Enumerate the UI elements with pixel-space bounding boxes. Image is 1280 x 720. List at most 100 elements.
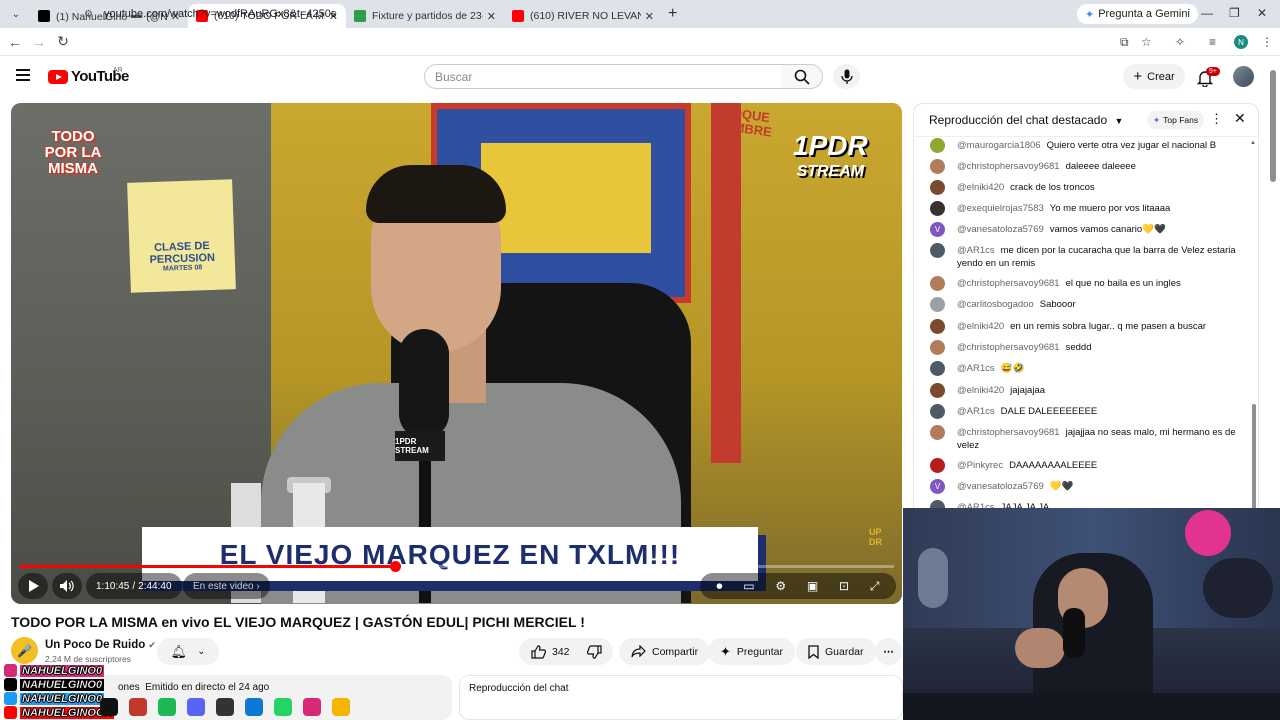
webcam-desk bbox=[903, 693, 1280, 720]
channel-name-link[interactable]: Un Poco De Ruido ✔ bbox=[45, 639, 156, 651]
extensions-icon[interactable]: ✧ bbox=[1175, 35, 1185, 49]
ladybug-icon[interactable] bbox=[129, 698, 147, 716]
poster-text: CLASE DE PERCUSION bbox=[149, 240, 216, 267]
chat-author-avatar[interactable] bbox=[930, 425, 945, 440]
thumbs-down-icon bbox=[587, 644, 602, 659]
autoplay-toggle-icon[interactable]: ⏺ bbox=[716, 579, 722, 594]
page-scrollbar[interactable] bbox=[1270, 70, 1276, 182]
cast-icon[interactable]: ⧉ bbox=[1120, 35, 1129, 50]
bookmark-star-icon[interactable]: ☆ bbox=[1141, 35, 1152, 49]
chat-author-name[interactable]: @exequielrojas7583 bbox=[957, 203, 1044, 214]
site-info-icon[interactable]: ⚙ bbox=[84, 9, 98, 20]
chat-author-avatar[interactable] bbox=[930, 319, 945, 334]
url-bar[interactable]: ⚙ youtube.com/watch?v=wodfRAuRGx8&t=4250… bbox=[84, 4, 1270, 24]
forward-icon[interactable]: → bbox=[27, 34, 51, 50]
chat-author-avatar[interactable] bbox=[930, 138, 945, 153]
chat-mode-dropdown[interactable]: Reproducción del chat destacado ▼ bbox=[929, 113, 1123, 127]
chat-author-avatar[interactable] bbox=[930, 361, 945, 376]
chat-author-avatar[interactable] bbox=[930, 201, 945, 216]
chat-author-name[interactable]: @elniki420 bbox=[957, 182, 1004, 193]
chat-message: @AR1cs JAJA JA JA bbox=[930, 500, 1242, 508]
chat-replay-panel-header[interactable]: Reproducción del chat bbox=[459, 675, 903, 720]
create-label: Crear bbox=[1147, 70, 1175, 83]
video-player[interactable]: CLASE DE PERCUSION MARTES 08 TOQUE TIMBR… bbox=[11, 103, 902, 604]
search-button[interactable] bbox=[781, 64, 823, 89]
chat-author-avatar[interactable] bbox=[930, 340, 945, 355]
chat-author-name[interactable]: @christophersavoy9681 bbox=[957, 278, 1060, 289]
browser-profile-avatar[interactable]: N bbox=[1234, 35, 1248, 49]
chat-author-name[interactable]: @vanesatoloza5769 bbox=[957, 224, 1044, 235]
create-button[interactable]: + Crear bbox=[1123, 64, 1185, 89]
edge-icon[interactable] bbox=[245, 698, 263, 716]
live-chat-panel: Reproducción del chat destacado ▼ ✦ Top … bbox=[913, 103, 1259, 508]
dislike-button[interactable] bbox=[577, 638, 613, 665]
social-handle-row: NAHUELGINOOK bbox=[4, 706, 115, 719]
chat-more-icon[interactable]: ⋮ bbox=[1210, 111, 1223, 127]
share-button[interactable]: Compartir bbox=[619, 638, 711, 665]
video-scene-panel bbox=[481, 143, 651, 253]
whatsapp-icon[interactable] bbox=[274, 698, 292, 716]
chat-author-name[interactable]: @AR1cs bbox=[957, 406, 995, 417]
chat-author-avatar[interactable] bbox=[930, 458, 945, 473]
chat-author-avatar[interactable]: V bbox=[930, 222, 945, 237]
chat-message: @christophersavoy9681 jajajjaa no seas ma… bbox=[930, 425, 1242, 452]
spotify-icon[interactable] bbox=[158, 698, 176, 716]
chat-author-name[interactable]: @vanesatoloza5769 bbox=[957, 481, 1044, 492]
chat-author-avatar[interactable] bbox=[930, 180, 945, 195]
chat-author-name[interactable]: @elniki420 bbox=[957, 385, 1004, 396]
reload-icon[interactable]: ↻ bbox=[51, 33, 75, 50]
back-icon[interactable]: ← bbox=[3, 34, 27, 50]
chat-author-name[interactable]: @carlitosbogadoo bbox=[957, 299, 1034, 310]
browser-menu-icon[interactable]: ⋮ bbox=[1261, 35, 1273, 49]
cast-to-tv-icon[interactable]: ⊡ bbox=[839, 579, 849, 593]
chat-author-name[interactable]: @christophersavoy9681 bbox=[957, 427, 1060, 438]
ask-button[interactable]: ✦ Preguntar bbox=[708, 638, 796, 665]
miniplayer-icon[interactable]: ▣ bbox=[807, 579, 818, 593]
instagram-icon[interactable] bbox=[303, 698, 321, 716]
tiktok-icon[interactable] bbox=[100, 698, 118, 716]
subtitles-icon[interactable]: ▭ bbox=[743, 579, 754, 593]
reading-list-icon[interactable]: ≡ bbox=[1209, 35, 1216, 49]
chapters-button[interactable]: En este video › bbox=[183, 573, 270, 599]
more-actions-button[interactable]: ⋯ bbox=[875, 638, 902, 665]
chat-author-avatar[interactable] bbox=[930, 383, 945, 398]
app-icon[interactable] bbox=[216, 698, 234, 716]
chat-author-avatar[interactable] bbox=[930, 276, 945, 291]
chat-author-avatar[interactable] bbox=[930, 159, 945, 174]
chat-scroll-up-icon[interactable]: ▲ bbox=[1250, 140, 1256, 146]
chat-author-avatar[interactable] bbox=[930, 500, 945, 508]
play-button[interactable] bbox=[18, 573, 48, 599]
chat-author-avatar[interactable] bbox=[930, 297, 945, 312]
search-input[interactable]: Buscar bbox=[424, 64, 782, 89]
chat-author-name[interactable]: @maurogarcia1806 bbox=[957, 140, 1041, 151]
chat-message: @Pinkyrec DAAAAAAAALEEEE bbox=[930, 458, 1242, 473]
tab-search-button[interactable]: ⌄ bbox=[4, 4, 28, 24]
poster-subtext: MARTES 08 bbox=[162, 264, 203, 273]
mic-flag-logo: 1PDR STREAM bbox=[395, 431, 445, 461]
save-button[interactable]: Guardar bbox=[796, 638, 876, 665]
mute-button[interactable] bbox=[52, 573, 82, 599]
chat-author-name[interactable]: @christophersavoy9681 bbox=[957, 161, 1060, 172]
chat-author-avatar[interactable]: V bbox=[930, 479, 945, 494]
chat-author-name[interactable]: @christophersavoy9681 bbox=[957, 342, 1060, 353]
fullscreen-icon[interactable]: ⤢ bbox=[870, 579, 880, 594]
close-chat-icon[interactable]: ✕ bbox=[1234, 110, 1246, 127]
video-progress-bar[interactable] bbox=[19, 561, 894, 572]
chat-author-avatar[interactable] bbox=[930, 243, 945, 258]
channel-avatar[interactable]: 🎤 bbox=[11, 637, 38, 664]
discord-icon[interactable] bbox=[187, 698, 205, 716]
top-fans-button[interactable]: ✦ Top Fans bbox=[1147, 111, 1205, 129]
chat-scrollbar[interactable] bbox=[1252, 404, 1256, 508]
chat-author-name[interactable]: @Pinkyrec bbox=[957, 460, 1003, 471]
account-avatar[interactable] bbox=[1233, 66, 1254, 87]
chat-author-name[interactable]: @AR1cs bbox=[957, 363, 995, 374]
search-icon bbox=[794, 69, 810, 85]
settings-gear-icon[interactable]: ⚙ bbox=[775, 579, 786, 593]
subscribed-button[interactable]: 🔔︎ ⌄ bbox=[157, 638, 219, 665]
voice-search-button[interactable] bbox=[833, 64, 860, 89]
chat-author-name[interactable]: @elniki420 bbox=[957, 321, 1004, 332]
chat-author-avatar[interactable] bbox=[930, 404, 945, 419]
chat-author-name[interactable]: @AR1cs bbox=[957, 245, 995, 256]
chrome-icon[interactable] bbox=[332, 698, 350, 716]
guide-menu-icon[interactable] bbox=[16, 69, 30, 81]
